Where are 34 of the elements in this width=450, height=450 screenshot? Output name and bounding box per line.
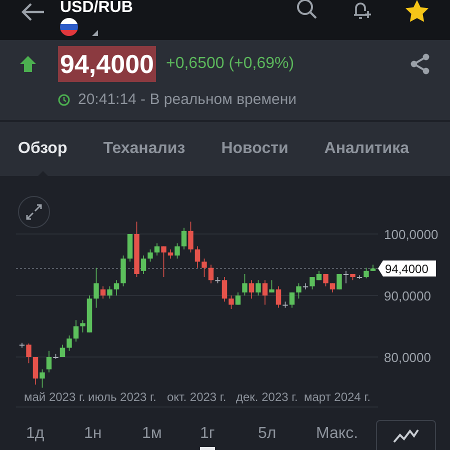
x-axis-label: окт. 2023 г. [167,390,226,404]
tab[interactable]: Теханализ [103,137,186,161]
line-chart-icon [393,428,419,442]
expand-icon [26,204,42,220]
range-button[interactable]: 1д [26,418,44,450]
star-icon[interactable] [404,0,430,22]
x-axis-label: май 2023 г. [24,390,86,404]
x-axis-label: июль 2023 г. [88,390,156,404]
dropdown-icon[interactable] [92,30,98,36]
x-axis-label: дек. 2023 г. [236,390,298,404]
expand-button[interactable] [18,196,50,228]
flag-icon [60,18,78,36]
last-price-tag: 94,4000 [378,260,436,276]
range-button[interactable]: 1н [84,418,102,450]
range-button[interactable]: 5л [258,418,276,450]
tab[interactable]: Аналитика [324,137,409,161]
y-axis-label: 100,0000 [384,227,438,242]
chart-type-button[interactable] [376,420,436,450]
y-axis-label: 80,0000 [384,350,431,365]
range-button[interactable]: 1м [142,418,162,450]
tab[interactable]: Новости [221,137,288,161]
x-axis-label: март 2024 г. [304,390,370,404]
price-value: 94,4000 [58,46,156,82]
update-time: 20:41:14 - В реальном времени [78,90,297,110]
currency-pair-title: USD/RUB [60,0,133,16]
y-axis-label: 90,0000 [384,288,431,304]
range-button[interactable]: Макс. [316,418,358,450]
range-button[interactable]: 1г [200,418,215,450]
tab[interactable]: Обзор [18,137,68,161]
back-icon[interactable] [20,2,46,22]
share-icon[interactable] [410,53,430,75]
price-change: +0,6500 (+0,69%) [166,54,294,74]
up-arrow-icon [20,56,36,72]
clock-icon [58,94,70,106]
